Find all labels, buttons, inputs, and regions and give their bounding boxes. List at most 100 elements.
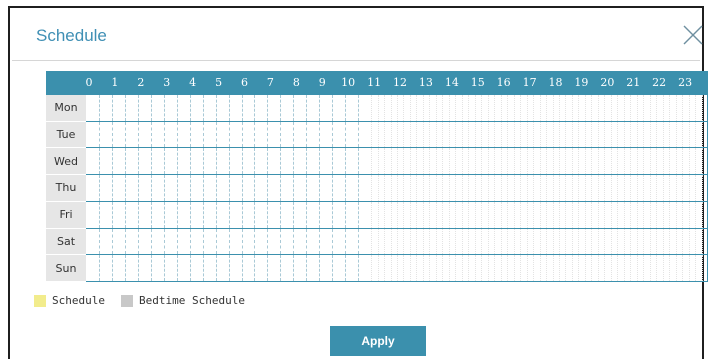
slot-guide (163, 121, 165, 148)
slot-guide (513, 228, 515, 255)
slot-guide (682, 175, 684, 201)
slot-guide (176, 175, 178, 201)
slot-guide (688, 148, 690, 175)
slot-guide (435, 121, 437, 148)
slot-guide (241, 175, 243, 201)
slot-guide (481, 255, 483, 281)
slot-guide (610, 228, 612, 255)
slot-guide (571, 255, 573, 281)
slot-guide (507, 255, 509, 281)
slot-guide (215, 95, 217, 121)
slot-guide (241, 201, 243, 228)
slot-guide (597, 201, 599, 228)
slot-guide (578, 95, 580, 121)
slot-guide (669, 95, 671, 121)
day-time-slots[interactable] (86, 148, 708, 176)
slot-guide (319, 95, 321, 121)
slot-guide (688, 121, 690, 148)
slot-guide (520, 228, 522, 255)
slot-guide (371, 255, 373, 281)
slot-guide (358, 175, 360, 201)
slot-guide (675, 175, 677, 201)
slot-guide (623, 175, 625, 201)
slot-guide (630, 175, 632, 201)
slot-guide (591, 201, 593, 228)
slot-guide (267, 148, 269, 175)
day-time-slots[interactable] (86, 95, 708, 122)
slot-guide (416, 201, 418, 228)
slot-guide (584, 148, 586, 175)
slot-guide (494, 121, 496, 148)
day-label: Wed (46, 148, 86, 176)
slot-guide (701, 255, 703, 281)
slot-guide (487, 148, 489, 175)
slot-guide (189, 255, 191, 281)
slot-guide (202, 95, 204, 121)
slot-guide (623, 148, 625, 175)
slot-guide (695, 121, 697, 148)
slot-guide (409, 255, 411, 281)
slot-guide (578, 228, 580, 255)
slot-guide (578, 148, 580, 175)
slot-guide (474, 201, 476, 228)
day-time-slots[interactable] (86, 121, 708, 149)
slot-guide (384, 228, 386, 255)
slot-guide (701, 201, 703, 228)
slot-guide (403, 175, 405, 201)
slot-guide (254, 95, 256, 121)
slot-guide (617, 255, 619, 281)
slot-guide (552, 201, 554, 228)
slot-guide (520, 201, 522, 228)
day-label: Tue (46, 121, 86, 149)
slot-guide (675, 95, 677, 121)
hour-label: 14 (444, 76, 459, 89)
slot-guide (597, 175, 599, 201)
slot-guide (293, 148, 295, 175)
slot-guide (409, 121, 411, 148)
slot-guide (494, 175, 496, 201)
slot-guide (494, 228, 496, 255)
slot-guide (468, 228, 470, 255)
slot-guide (468, 255, 470, 281)
slot-guide (481, 95, 483, 121)
slot-guide (293, 175, 295, 201)
slot-guide (630, 121, 632, 148)
slot-guide (617, 175, 619, 201)
slot-guide (584, 228, 586, 255)
slot-guide (124, 148, 126, 175)
legend: Schedule Bedtime Schedule (34, 294, 255, 307)
slot-guide (597, 95, 599, 121)
slot-guide (662, 95, 664, 121)
slot-guide (552, 255, 554, 281)
slot-guide (500, 255, 502, 281)
day-time-slots[interactable] (86, 255, 708, 282)
slot-guide (137, 255, 139, 281)
hour-label: 7 (266, 76, 274, 89)
day-time-slots[interactable] (86, 228, 708, 256)
slot-guide (429, 148, 431, 175)
apply-button[interactable]: Apply (330, 326, 426, 356)
slot-guide (682, 228, 684, 255)
close-icon[interactable] (682, 24, 704, 46)
slot-guide (578, 175, 580, 201)
slot-guide (617, 95, 619, 121)
slot-guide (409, 228, 411, 255)
slot-guide (578, 121, 580, 148)
day-time-slots[interactable] (86, 201, 708, 229)
hour-label: 0 (85, 76, 93, 89)
slot-guide (390, 255, 392, 281)
slot-guide (546, 255, 548, 281)
slot-guide (610, 201, 612, 228)
slot-guide (137, 175, 139, 201)
slot-guide (623, 255, 625, 281)
slot-guide (494, 148, 496, 175)
slot-guide (468, 175, 470, 201)
slot-guide (111, 121, 113, 148)
slot-guide (649, 255, 651, 281)
slot-guide (390, 148, 392, 175)
slot-guide (409, 148, 411, 175)
slot-guide (111, 148, 113, 175)
slot-guide (539, 175, 541, 201)
slot-guide (682, 121, 684, 148)
day-time-slots[interactable] (86, 175, 708, 202)
